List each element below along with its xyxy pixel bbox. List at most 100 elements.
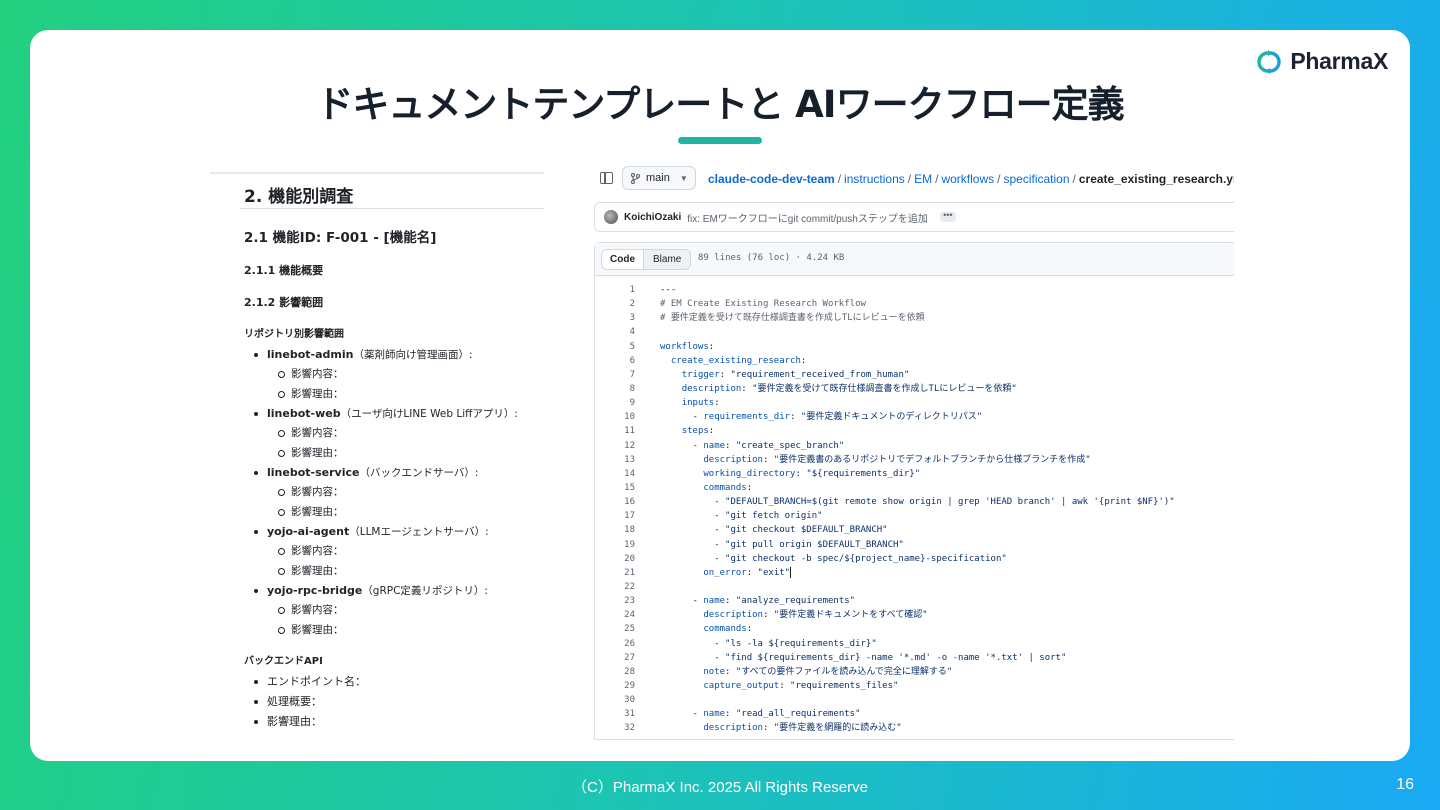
line-number[interactable]: 5 [595, 340, 635, 354]
line-content: - requirements_dir: "要件定義ドキュメントのディレクトリパス… [660, 412, 983, 423]
line-number[interactable]: 10 [595, 410, 635, 424]
code-line: 23 - name: "analyze_requirements" [595, 594, 1234, 608]
doc-overview-heading: 2.1.1 機能概要 [244, 264, 324, 277]
line-number[interactable]: 27 [595, 651, 635, 665]
list-item: linebot-service（バックエンドサーバ）: [244, 463, 544, 482]
text-cursor [790, 566, 792, 578]
list-item: linebot-web（ユーザ向けLINE Web Liffアプリ）: [244, 404, 544, 423]
line-number[interactable]: 31 [595, 707, 635, 721]
line-number[interactable]: 26 [595, 637, 635, 651]
repo-name: linebot-service [267, 466, 360, 479]
line-content: - name: "read_all_requirements" [660, 709, 861, 720]
pharmax-logo: PharmaX [1254, 48, 1388, 75]
line-number[interactable]: 7 [595, 368, 635, 382]
avatar[interactable] [604, 210, 618, 224]
line-number[interactable]: 17 [595, 509, 635, 523]
code-line: 27 - "find ${requirements_dir} -name '*.… [595, 651, 1234, 665]
code-line: 12 - name: "create_spec_branch" [595, 439, 1234, 453]
line-number[interactable]: 14 [595, 467, 635, 481]
code-line: 14 working_directory: "${requirements_di… [595, 467, 1234, 481]
git-branch-icon [631, 172, 640, 184]
code-line: 21 on_error: "exit" [595, 566, 1234, 580]
list-subitem: 影響理由： [244, 443, 544, 463]
line-content: - "DEFAULT_BRANCH=$(git remote show orig… [660, 497, 1175, 508]
code-line: 10 - requirements_dir: "要件定義ドキュメントのディレクト… [595, 410, 1234, 424]
line-number[interactable]: 21 [595, 566, 635, 580]
branch-selector[interactable]: main ▼ [622, 166, 696, 190]
list-subitem: 影響理由： [244, 620, 544, 640]
list-subitem: 影響理由： [244, 561, 544, 581]
code-box: Code Blame 89 lines (76 loc) · 4.24 KB 1… [594, 242, 1234, 740]
line-content: working_directory: "${requirements_dir}" [703, 468, 921, 479]
pharmax-logo-icon [1257, 49, 1282, 74]
file-stats: 89 lines (76 loc) · 4.24 KB [698, 253, 845, 263]
line-number[interactable]: 4 [595, 325, 635, 339]
line-number[interactable]: 2 [595, 297, 635, 311]
breadcrumb-link[interactable]: EM [914, 172, 932, 186]
code-line: 3 # 要件定義を受けて既存仕様調査書を作成しTLにレビューを依頼 [595, 311, 1234, 325]
code-line: 16 - "DEFAULT_BRANCH=$(git remote show o… [595, 495, 1234, 509]
breadcrumb-link[interactable]: workflows [941, 172, 994, 186]
code-line: 29 capture_output: "requirements_files" [595, 679, 1234, 693]
brand-name: PharmaX [1290, 48, 1388, 74]
line-number[interactable]: 25 [595, 622, 635, 636]
line-content: trigger: "requirement_received_from_huma… [681, 369, 910, 380]
line-number[interactable]: 28 [595, 665, 635, 679]
doc-api-heading: バックエンドAPI [244, 656, 323, 667]
line-number[interactable]: 6 [595, 354, 635, 368]
more-icon[interactable]: ••• [939, 211, 956, 222]
line-number[interactable]: 32 [595, 721, 635, 735]
line-number[interactable]: 29 [595, 679, 635, 693]
code-line: 32 description: "要件定義を網羅的に読み込む" [595, 721, 1234, 735]
line-content: create_existing_research: [670, 355, 807, 366]
list-subitem: 影響理由： [244, 502, 544, 522]
breadcrumb-repo-link[interactable]: claude-code-dev-team [708, 172, 835, 186]
api-list: エンドポイント名： 処理概要： 影響理由： [244, 672, 544, 732]
code-line: 22 [595, 580, 1234, 594]
breadcrumb: claude-code-dev-team / instructions / EM / wor… [708, 172, 1234, 186]
line-number[interactable]: 24 [595, 608, 635, 622]
code-line: 18 - "git checkout $DEFAULT_BRANCH" [595, 523, 1234, 537]
code-lines[interactable]: 1 --- 2 # EM Create Existing Research Workf… [595, 283, 1234, 736]
breadcrumb-link[interactable]: specification [1003, 172, 1069, 186]
line-number[interactable]: 12 [595, 439, 635, 453]
line-content: - "git pull origin $DEFAULT_BRANCH" [660, 539, 904, 550]
line-content: on_error: "exit" [703, 566, 792, 578]
line-content [635, 325, 660, 339]
repo-name: yojo-rpc-bridge [267, 584, 363, 597]
line-number[interactable]: 1 [595, 283, 635, 297]
code-line: 6 create_existing_research: [595, 354, 1234, 368]
line-number[interactable]: 11 [595, 424, 635, 438]
code-line: 7 trigger: "requirement_received_from_hu… [595, 368, 1234, 382]
list-subitem: 影響内容： [244, 541, 544, 561]
line-number[interactable]: 15 [595, 481, 635, 495]
line-number[interactable]: 22 [595, 580, 635, 594]
line-number[interactable]: 8 [595, 382, 635, 396]
branch-name: main [646, 172, 670, 184]
github-file-viewer: main ▼ claude-code-dev-team / instructions… [594, 162, 1234, 740]
breadcrumb-link[interactable]: instructions [844, 172, 905, 186]
line-number[interactable]: 19 [595, 538, 635, 552]
line-number[interactable]: 16 [595, 495, 635, 509]
code-line: 8 description: "要件定義を受けて既存仕様調査書を作成しTLにレビ… [595, 382, 1234, 396]
page-number: 16 [1396, 776, 1414, 793]
line-number[interactable]: 20 [595, 552, 635, 566]
commit-message[interactable]: fix: EMワークフローにgit commit/pushステップを追加 [687, 210, 928, 225]
line-number[interactable]: 30 [595, 693, 635, 707]
commit-author[interactable]: KoichiOzaki [624, 212, 681, 223]
slide-title: ドキュメントテンプレートと AIワークフロー定義 [316, 83, 1124, 126]
line-content: - "ls -la ${requirements_dir}" [660, 638, 877, 649]
line-number[interactable]: 13 [595, 453, 635, 467]
line-number[interactable]: 3 [595, 311, 635, 325]
line-number[interactable]: 18 [595, 523, 635, 537]
code-line: 20 - "git checkout -b spec/${project_nam… [595, 552, 1234, 566]
line-content: --- [660, 285, 677, 295]
sidebar-toggle-icon[interactable] [600, 172, 613, 184]
code-line: 31 - name: "read_all_requirements" [595, 707, 1234, 721]
tab-blame[interactable]: Blame [644, 250, 690, 269]
line-number[interactable]: 23 [595, 594, 635, 608]
line-number[interactable]: 9 [595, 396, 635, 410]
tab-code[interactable]: Code [602, 250, 644, 269]
line-content: - "find ${requirements_dir} -name '*.md'… [660, 652, 1067, 663]
line-content: capture_output: "requirements_files" [703, 680, 899, 691]
